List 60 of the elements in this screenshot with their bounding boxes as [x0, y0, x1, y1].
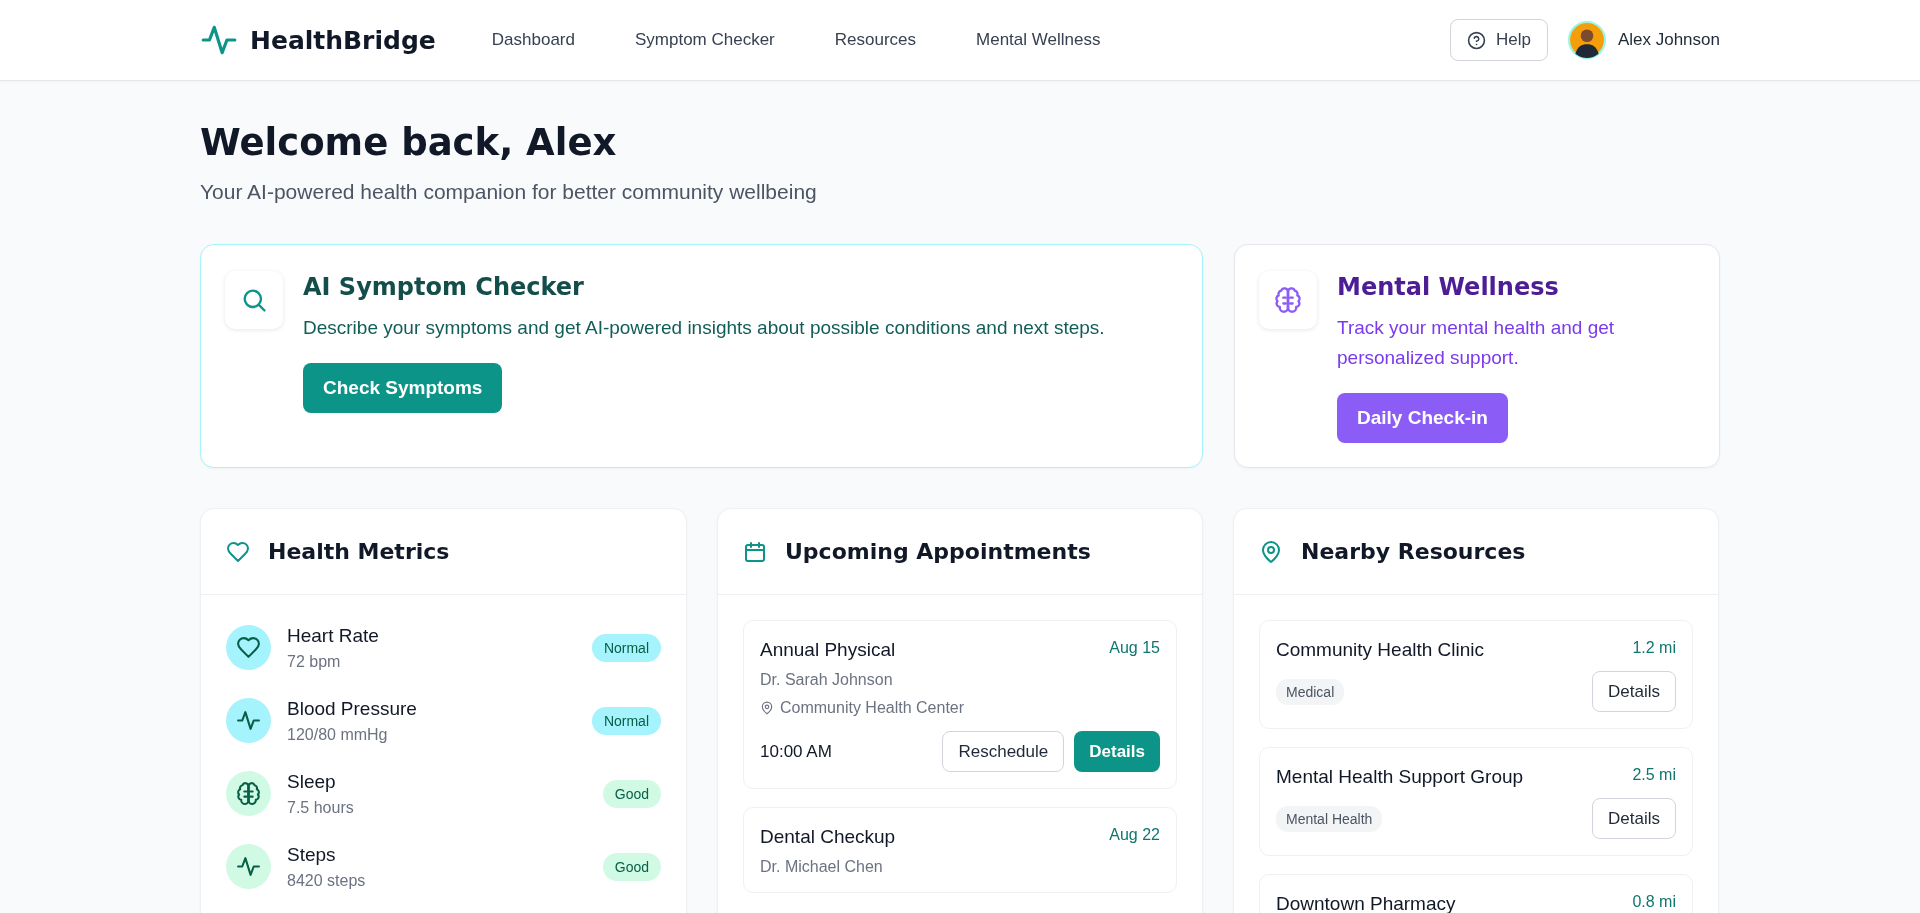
doctor-name: Dr. Michael Chen: [760, 858, 884, 876]
status-badge: Good: [602, 852, 661, 881]
status-badge: Normal: [591, 706, 661, 735]
card-description: Track your mental health and get personalized support.: [1337, 316, 1616, 370]
category-tag: Medical: [1276, 678, 1345, 705]
help-button[interactable]: Help: [1449, 19, 1548, 61]
avatar[interactable]: [1567, 21, 1606, 59]
metric-value: 120/80 mmHg: [287, 725, 389, 744]
nav-link[interactable]: Resources: [834, 30, 917, 50]
card-title: Mental Wellness: [1337, 273, 1560, 301]
metric-name: Steps: [287, 843, 337, 866]
details-button[interactable]: Details: [1074, 731, 1160, 772]
reschedule-button[interactable]: Reschedule: [942, 731, 1065, 772]
metric-name: Blood Pressure: [287, 697, 417, 720]
panel-title: Upcoming Appointments: [785, 539, 1091, 564]
check-symptoms-button[interactable]: Check Symptoms: [303, 363, 503, 413]
resource-name: Community Health Clinic: [1276, 639, 1484, 661]
heart-icon: [226, 539, 250, 564]
resource-distance: 1.2 mi: [1632, 639, 1676, 657]
card-title: AI Symptom Checker: [303, 273, 585, 301]
nav-link[interactable]: Dashboard: [491, 30, 575, 50]
appointment-date: Aug 22: [1109, 826, 1160, 844]
panel-title: Health Metrics: [268, 539, 450, 564]
welcome-heading: Welcome back, Alex: [200, 121, 618, 164]
status-badge: Normal: [591, 633, 661, 662]
resource-distance: 0.8 mi: [1632, 893, 1676, 911]
card-description: Describe your symptoms and get AI-powered insights about possible conditions and next steps.: [303, 316, 1105, 340]
nav-link[interactable]: Mental Wellness: [976, 30, 1101, 50]
appointment-title: Dental Checkup: [760, 826, 896, 848]
category-tag: Mental Health: [1276, 805, 1383, 832]
check-in-button[interactable]: Daily Check-in: [1337, 393, 1508, 443]
metric-value: 8420 steps: [287, 871, 366, 890]
location-pin-icon: [760, 701, 774, 715]
panel-title: Nearby Resources: [1301, 539, 1526, 564]
heart-icon: [236, 635, 261, 660]
doctor-name: Dr. Sarah Johnson: [760, 671, 894, 689]
resource-distance: 2.5 mi: [1632, 766, 1676, 784]
help-icon: [1466, 30, 1486, 50]
calendar-icon: [743, 539, 767, 564]
brain-icon: [1274, 286, 1302, 314]
pulse-icon: [236, 854, 261, 879]
brand-name: HealthBridge: [250, 25, 436, 55]
resource-name: Mental Health Support Group: [1276, 766, 1524, 788]
pulse-icon: [236, 708, 261, 733]
metric-name: Heart Rate: [287, 624, 379, 647]
nav-link[interactable]: Symptom Checker: [634, 30, 775, 50]
appointment-time: 10:00 AM: [760, 741, 832, 762]
status-badge: Good: [602, 779, 661, 808]
user-name: Alex Johnson: [1617, 30, 1720, 50]
metric-value: 7.5 hours: [287, 798, 354, 817]
appointment-title: Annual Physical: [760, 639, 896, 661]
location-text: Community Health Center: [780, 699, 965, 717]
brain-icon: [236, 781, 261, 806]
details-button[interactable]: Details: [1592, 798, 1676, 839]
welcome-subtitle: Your AI-powered health companion for better community wellbeing: [200, 180, 818, 204]
location-pin-icon: [1259, 539, 1283, 564]
metric-name: Sleep: [287, 770, 337, 793]
appointment-date: Aug 15: [1109, 639, 1160, 657]
metric-value: 72 bpm: [287, 652, 342, 671]
details-button[interactable]: Details: [1592, 671, 1676, 712]
